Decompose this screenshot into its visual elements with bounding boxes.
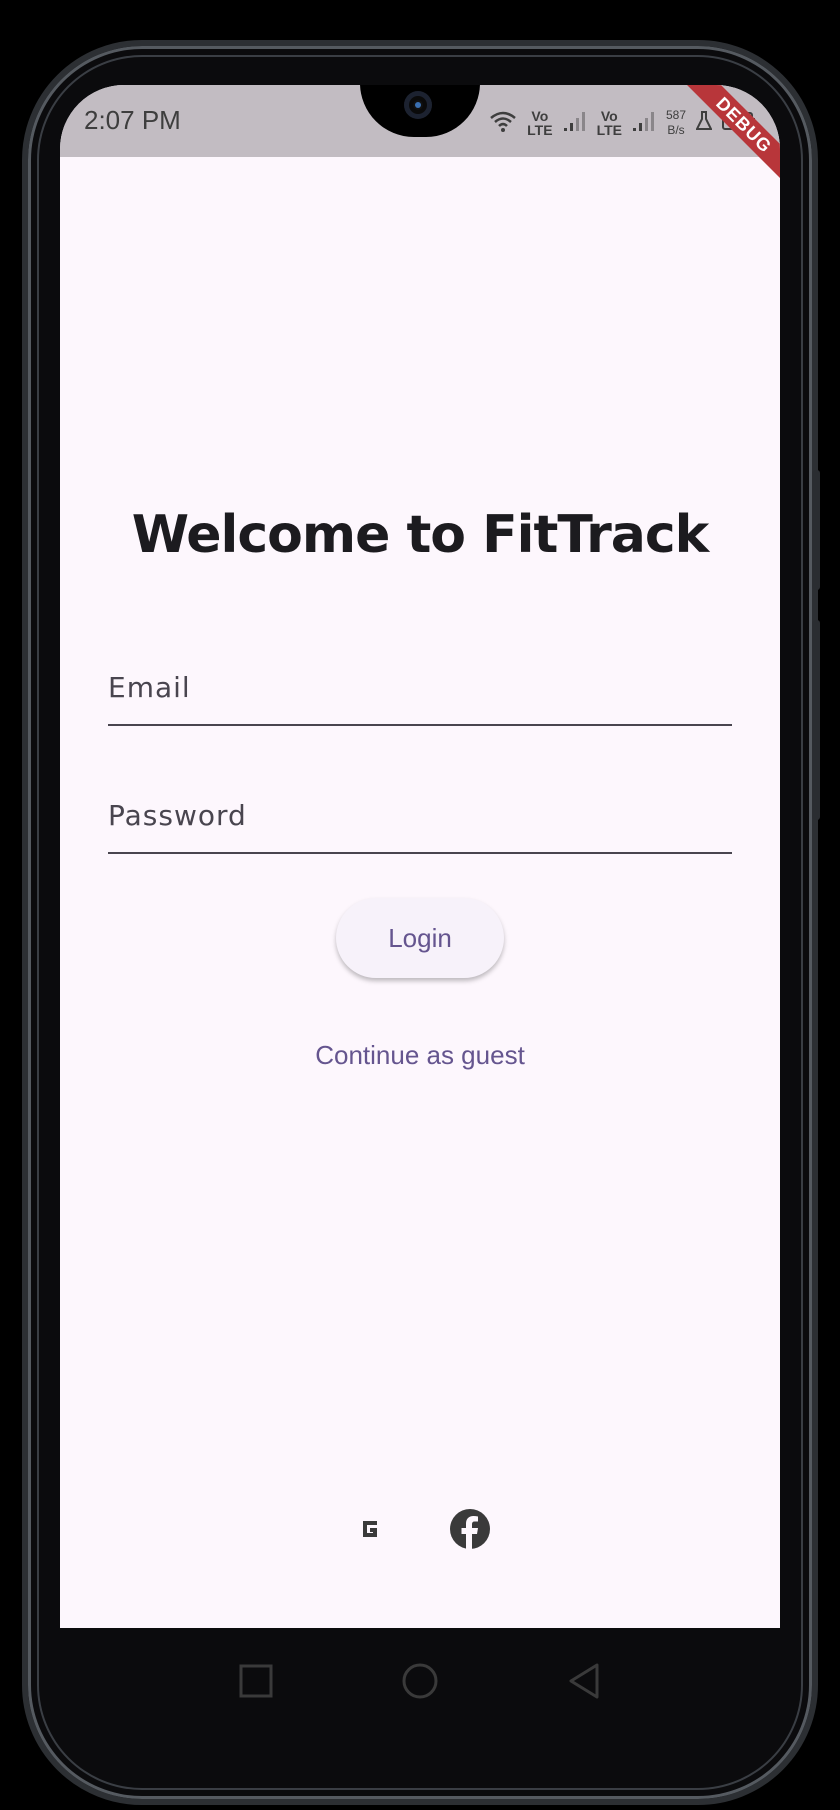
login-button[interactable]: Login bbox=[336, 898, 504, 978]
email-input[interactable] bbox=[108, 671, 732, 704]
facebook-icon[interactable] bbox=[448, 1507, 492, 1551]
network-speed-unit: B/s bbox=[667, 123, 685, 137]
app-screen: 2:07 PM Vo LTE Vo LTE 587 B/s DEBUG Welc… bbox=[60, 85, 780, 1628]
volume-button bbox=[812, 470, 820, 590]
camera-notch bbox=[360, 85, 480, 137]
status-bar: 2:07 PM Vo LTE Vo LTE 587 B/s DEBUG bbox=[60, 85, 780, 191]
network-speed-value: 587 bbox=[665, 108, 686, 122]
back-triangle-icon[interactable] bbox=[567, 1662, 601, 1704]
recents-square-icon[interactable] bbox=[239, 1664, 273, 1702]
volte-label-1: Vo LTE bbox=[527, 108, 553, 138]
signal-icon-1 bbox=[563, 110, 587, 136]
status-time: 2:07 PM bbox=[84, 105, 181, 135]
google-icon[interactable] bbox=[348, 1507, 392, 1551]
power-button bbox=[812, 620, 820, 820]
home-circle-icon[interactable] bbox=[401, 1662, 439, 1704]
network-speed: 587 B/s bbox=[666, 108, 686, 138]
signal-icon-2 bbox=[632, 110, 656, 136]
social-login-row bbox=[60, 1505, 780, 1553]
flask-icon bbox=[695, 111, 713, 135]
password-input[interactable] bbox=[108, 799, 732, 832]
email-field[interactable] bbox=[108, 640, 732, 726]
front-camera bbox=[404, 91, 432, 119]
continue-as-guest-button[interactable]: Continue as guest bbox=[260, 1025, 580, 1085]
volte-label-2: Vo LTE bbox=[596, 108, 622, 138]
wifi-icon bbox=[489, 109, 517, 137]
password-field[interactable] bbox=[108, 768, 732, 854]
system-nav-bar bbox=[60, 1628, 780, 1738]
welcome-title: Welcome to FitTrack bbox=[131, 505, 710, 565]
